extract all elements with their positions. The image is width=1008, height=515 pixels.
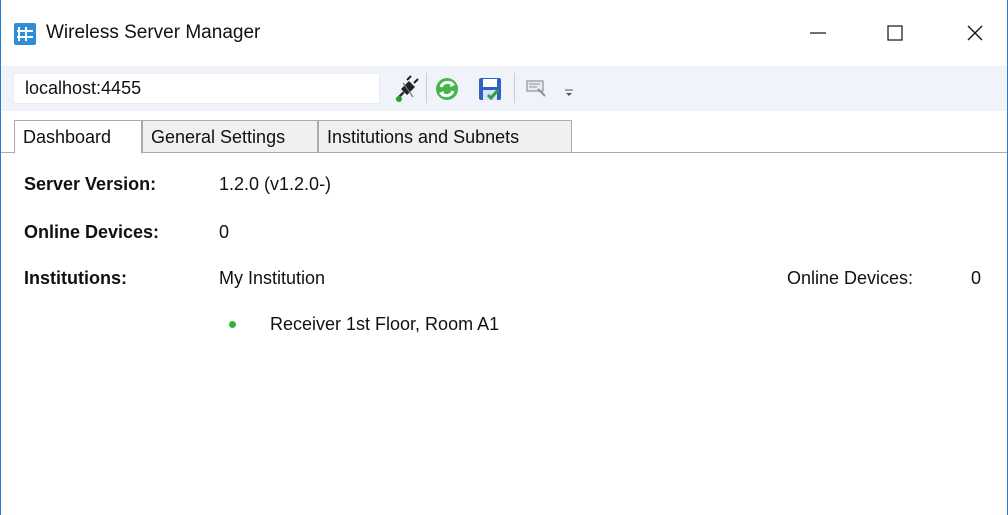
refresh-button[interactable] [432, 74, 462, 104]
options-icon [526, 80, 546, 97]
plug-icon [395, 75, 419, 102]
app-icon [14, 23, 36, 45]
main-window: Wireless Server Manager localhost:4455 D… [0, 0, 1008, 515]
close-icon [967, 25, 983, 41]
tab-institutions-and-subnets[interactable]: Institutions and Subnets [318, 120, 572, 153]
online-devices-value: 0 [219, 222, 230, 242]
maximize-button[interactable] [864, 0, 926, 66]
server-address-input[interactable] [13, 73, 380, 104]
minimize-button[interactable] [787, 0, 849, 66]
institution-online-devices-label: Online Devices: [787, 268, 914, 288]
options-button[interactable] [522, 74, 552, 104]
save-icon [479, 78, 501, 101]
minimize-icon [810, 32, 826, 34]
refresh-icon [436, 78, 458, 100]
tab-general-settings[interactable]: General Settings [142, 120, 318, 153]
institution-name: My Institution [219, 268, 326, 288]
institution-online-devices-value: 0 [971, 268, 982, 288]
title-bar[interactable]: Wireless Server Manager [1, 0, 1007, 66]
institutions-label: Institutions: [24, 268, 127, 288]
toolbar-separator [514, 73, 515, 103]
overflow-chevron[interactable] [562, 85, 576, 101]
window-title: Wireless Server Manager [46, 22, 261, 43]
online-devices-label: Online Devices: [24, 222, 160, 242]
close-button[interactable] [944, 0, 1006, 66]
maximize-icon [887, 25, 903, 41]
save-button[interactable] [475, 74, 505, 104]
chevron-down-icon [565, 89, 573, 96]
server-version-label: Server Version: [24, 174, 157, 194]
toolbar-separator [426, 73, 427, 103]
disconnect-button[interactable] [390, 74, 420, 104]
device-item: Receiver 1st Floor, Room A1 [270, 314, 500, 334]
tab-dashboard[interactable]: Dashboard [14, 120, 142, 154]
server-version-value: 1.2.0 (v1.2.0-) [219, 174, 332, 194]
device-status-dot [229, 321, 236, 328]
